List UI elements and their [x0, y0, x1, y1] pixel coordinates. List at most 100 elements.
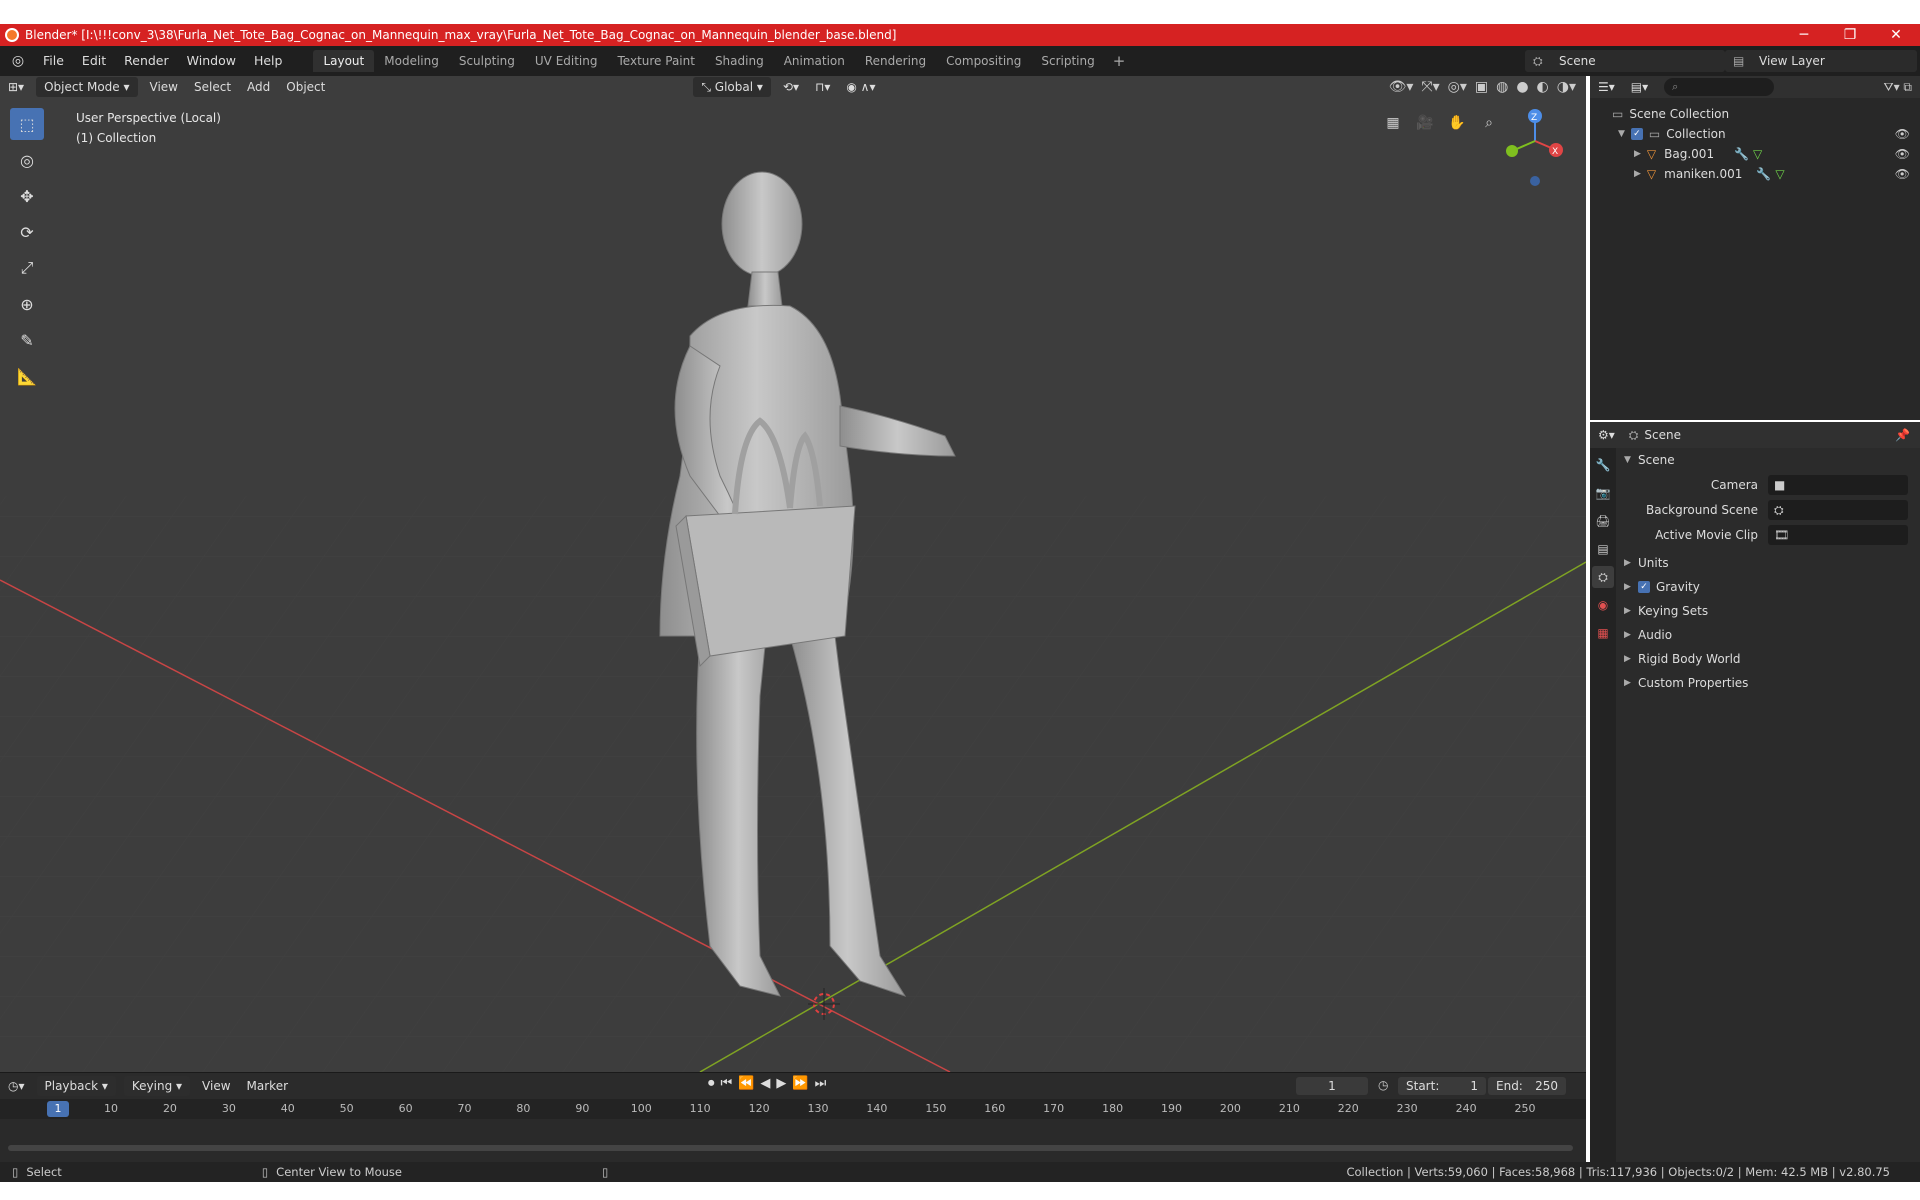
timeline-track-area[interactable]	[0, 1119, 1586, 1163]
rotate-tool-icon[interactable]: ⟳	[10, 216, 44, 248]
outliner-search-input[interactable]: ⌕	[1664, 78, 1775, 96]
grid-toggle-icon[interactable]: ▦	[1380, 110, 1406, 136]
menu-add[interactable]: Add	[239, 76, 278, 98]
collection-checkbox[interactable]: ✓	[1630, 128, 1643, 140]
outliner-item-maniken[interactable]: ▶ ▽ maniken.001 🔧 ▽ 👁	[1590, 164, 1920, 184]
world-tab-icon[interactable]: ◉	[1592, 594, 1614, 616]
keying-sets-section-header[interactable]: ▶ Keying Sets	[1618, 599, 1920, 623]
properties-editor-type-icon[interactable]: ⚙▾	[1590, 424, 1623, 446]
gravity-checkbox[interactable]: ✓	[1638, 581, 1650, 593]
scene-section-header[interactable]: ▼ Scene	[1618, 448, 1920, 472]
menu-object[interactable]: Object	[278, 76, 333, 98]
display-mode-icon[interactable]: ▤▾	[1623, 76, 1656, 98]
render-tab-icon[interactable]: 📷	[1592, 482, 1614, 504]
solid-shading-icon[interactable]: ●	[1516, 79, 1528, 95]
pin-icon[interactable]: 📌	[1895, 428, 1920, 442]
material-shading-icon[interactable]: ◐	[1537, 79, 1549, 95]
add-workspace-button[interactable]: +	[1105, 46, 1134, 76]
next-keyframe-icon[interactable]: ⏩	[792, 1076, 808, 1091]
menu-view[interactable]: View	[142, 76, 186, 98]
wireframe-shading-icon[interactable]: ◍	[1496, 79, 1508, 95]
cursor-tool-icon[interactable]: ◎	[10, 144, 44, 176]
visibility-icon[interactable]: 👁▾	[1389, 79, 1414, 95]
eye-icon[interactable]: 👁	[1895, 127, 1910, 141]
outliner-collection[interactable]: ▼ ✓ ▭ Collection 👁	[1590, 124, 1920, 144]
3d-viewport[interactable]: Z X ⊞▾ Object Mode ▾ View Select Add Obj…	[0, 76, 1586, 1072]
editor-type-icon[interactable]: ⊞▾	[0, 76, 32, 98]
tab-uv-editing[interactable]: UV Editing	[525, 50, 608, 72]
pan-hand-icon[interactable]: ✋	[1444, 110, 1470, 136]
minimize-button[interactable]: ─	[1784, 24, 1824, 46]
camera-field[interactable]: ■	[1768, 474, 1908, 495]
expand-arrow-icon[interactable]: ▶	[1634, 149, 1641, 159]
menu-file[interactable]: File	[34, 46, 73, 76]
texture-tab-icon[interactable]: ▦	[1592, 622, 1614, 644]
camera-view-icon[interactable]: 🎥	[1412, 110, 1438, 136]
move-tool-icon[interactable]: ✥	[10, 180, 44, 212]
menu-marker[interactable]: Marker	[239, 1075, 296, 1097]
tab-texture-paint[interactable]: Texture Paint	[608, 50, 705, 72]
rigid-body-world-section-header[interactable]: ▶ Rigid Body World	[1618, 647, 1920, 671]
tab-sculpting[interactable]: Sculpting	[449, 50, 525, 72]
timeline-ruler[interactable]: 1 10 20 30 40 50 60 70 80 90 100 110 120 130 140 150 160…	[0, 1099, 1586, 1119]
menu-help[interactable]: Help	[245, 46, 292, 76]
jump-start-icon[interactable]: ⏮	[721, 1076, 733, 1091]
custom-properties-section-header[interactable]: ▶ Custom Properties	[1618, 671, 1920, 695]
tab-modeling[interactable]: Modeling	[374, 50, 449, 72]
timeline-editor-type-icon[interactable]: ◷▾	[0, 1075, 33, 1097]
navigation-gizmo[interactable]: Z X	[1506, 109, 1563, 186]
menu-render[interactable]: Render	[115, 46, 178, 76]
outliner-item-bag[interactable]: ▶ ▽ Bag.001 🔧 ▽ 👁	[1590, 144, 1920, 164]
record-icon[interactable]: ⏺	[708, 1076, 715, 1091]
pivot-icon[interactable]: ⟲▾	[775, 76, 807, 98]
tab-animation[interactable]: Animation	[774, 50, 855, 72]
start-frame-field[interactable]: Start: 1	[1398, 1077, 1486, 1095]
tool-tab-icon[interactable]: 🔧	[1592, 454, 1614, 476]
end-frame-field[interactable]: End: 250	[1488, 1077, 1566, 1095]
menu-select[interactable]: Select	[186, 76, 239, 98]
units-section-header[interactable]: ▶ Units	[1618, 551, 1920, 575]
menu-timeline-view[interactable]: View	[194, 1075, 238, 1097]
prev-keyframe-icon[interactable]: ⏪	[738, 1076, 754, 1091]
outliner-editor-type-icon[interactable]: ☰▾	[1590, 76, 1623, 98]
background-scene-field[interactable]: ⛭	[1768, 499, 1908, 520]
eye-icon[interactable]: 👁	[1895, 147, 1910, 161]
tab-scripting[interactable]: Scripting	[1031, 50, 1104, 72]
expand-arrow-icon[interactable]: ▼	[1618, 129, 1625, 139]
annotate-tool-icon[interactable]: ✎	[10, 324, 44, 356]
tab-layout[interactable]: Layout	[313, 50, 375, 72]
menu-edit[interactable]: Edit	[73, 46, 115, 76]
audio-section-header[interactable]: ▶ Audio	[1618, 623, 1920, 647]
scale-tool-icon[interactable]: ⤢	[10, 252, 44, 284]
active-movie-clip-field[interactable]: 🎞	[1768, 524, 1908, 545]
scene-tab-icon[interactable]: ⛭	[1592, 566, 1614, 588]
snap-icon[interactable]: ⊓▾	[807, 76, 838, 98]
tab-compositing[interactable]: Compositing	[936, 50, 1031, 72]
gravity-section-header[interactable]: ▶ ✓ Gravity	[1618, 575, 1920, 599]
current-frame-marker[interactable]: 1	[47, 1101, 69, 1117]
zoom-icon[interactable]: ⌕	[1476, 110, 1502, 136]
menu-keying[interactable]: Keying ▾	[123, 1076, 191, 1096]
tab-rendering[interactable]: Rendering	[855, 50, 936, 72]
current-frame-field[interactable]: 1	[1296, 1077, 1368, 1095]
select-box-tool-icon[interactable]: ⬚	[10, 108, 44, 140]
orientation-selector[interactable]: ⤡ Global ▾	[693, 77, 771, 97]
eye-icon[interactable]: 👁	[1895, 167, 1910, 181]
timeline-editor[interactable]: ◷▾ Playback ▾ Keying ▾ View Marker ⏺ ⏮ ⏪…	[0, 1072, 1586, 1163]
overlay-icon[interactable]: ◎▾	[1448, 79, 1467, 95]
xray-icon[interactable]: ▣	[1475, 79, 1488, 95]
filter-icon[interactable]: ⛛▾ ⧉	[1884, 80, 1920, 95]
play-reverse-icon[interactable]: ◀	[760, 1076, 770, 1091]
rendered-shading-icon[interactable]: ◑▾	[1557, 79, 1576, 95]
view-layer-tab-icon[interactable]: ▤	[1592, 538, 1614, 560]
close-button[interactable]: ✕	[1876, 24, 1916, 46]
maximize-button[interactable]: ❐	[1830, 24, 1870, 46]
output-tab-icon[interactable]: 🖨	[1592, 510, 1614, 532]
menu-playback[interactable]: Playback ▾	[36, 1076, 116, 1096]
jump-end-icon[interactable]: ⏭	[815, 1076, 827, 1091]
gizmo-toggle-icon[interactable]: ⤧▾	[1421, 79, 1439, 95]
preview-range-icon[interactable]: ◷	[1378, 1078, 1388, 1092]
timeline-scrollbar[interactable]	[8, 1145, 1573, 1151]
transform-tool-icon[interactable]: ⊕	[10, 288, 44, 320]
play-icon[interactable]: ▶	[776, 1076, 786, 1091]
